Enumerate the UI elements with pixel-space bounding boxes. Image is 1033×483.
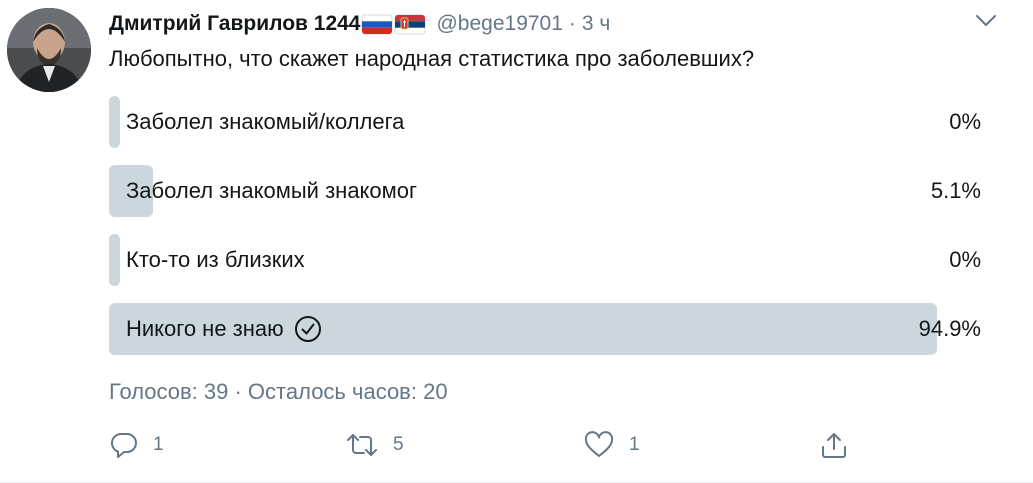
poll-option-text: Никого не знаю bbox=[126, 316, 284, 341]
share-button[interactable] bbox=[819, 425, 849, 465]
serbia-flag-icon bbox=[395, 14, 426, 34]
poll-option-label: Кто-то из близких bbox=[126, 234, 305, 286]
poll-option-label: Заболел знакомый/коллега bbox=[126, 96, 404, 148]
russia-flag-icon bbox=[362, 14, 393, 34]
heart-icon bbox=[584, 431, 614, 457]
tweet-timestamp[interactable]: 3 ч bbox=[582, 12, 610, 36]
poll-option-text: Заболел знакомый знакомог bbox=[126, 178, 418, 203]
poll-option-text: Заболел знакомый/коллега bbox=[126, 109, 405, 134]
retweet-icon bbox=[347, 434, 377, 456]
poll-bar bbox=[109, 234, 120, 286]
poll-option-percent: 0% bbox=[949, 109, 981, 134]
action-bar: 1 5 1 bbox=[109, 425, 869, 465]
poll-option-percent: 94.9% bbox=[918, 316, 981, 341]
poll-option-text: Кто-то из близких bbox=[126, 247, 305, 272]
poll-option-label: Заболел знакомый знакомог bbox=[126, 165, 417, 217]
share-icon bbox=[822, 433, 846, 458]
time-separator: · bbox=[568, 12, 576, 35]
like-button[interactable]: 1 bbox=[583, 425, 640, 465]
poll-bar bbox=[109, 96, 120, 148]
poll-option[interactable]: Заболел знакомый/коллега 0% bbox=[109, 96, 981, 148]
author-handle[interactable]: @bege19701 bbox=[436, 12, 562, 36]
reply-icon bbox=[110, 432, 137, 458]
poll-option[interactable]: Никого не знаю 94.9% bbox=[109, 303, 981, 355]
tweet[interactable]: Дмитрий Гаврилов 1244 @bege19701 · 3 ч Л… bbox=[0, 0, 1033, 483]
reply-button[interactable]: 1 bbox=[109, 425, 164, 465]
reply-count: 1 bbox=[153, 434, 164, 455]
check-circle-icon bbox=[294, 316, 321, 342]
retweet-count: 5 bbox=[393, 434, 404, 455]
chevron-down-icon[interactable] bbox=[972, 10, 1000, 32]
poll-option[interactable]: Заболел знакомый знакомог 5.1% bbox=[109, 165, 981, 217]
like-count: 1 bbox=[629, 434, 640, 455]
poll-option-label: Никого не знаю bbox=[126, 303, 322, 355]
poll: Заболел знакомый/коллега 0% Заболел знак… bbox=[109, 96, 981, 372]
poll-option-percent: 0% bbox=[949, 247, 981, 272]
tweet-header: Дмитрий Гаврилов 1244 @bege19701 · 3 ч bbox=[109, 8, 610, 40]
poll-option-percent: 5.1% bbox=[930, 178, 981, 203]
retweet-button[interactable]: 5 bbox=[345, 425, 404, 465]
poll-option[interactable]: Кто-то из близких 0% bbox=[109, 234, 981, 286]
display-name[interactable]: Дмитрий Гаврилов 1244 bbox=[109, 12, 360, 36]
poll-meta: Голосов: 39 · Осталось часов: 20 bbox=[109, 379, 448, 404]
avatar[interactable] bbox=[7, 8, 91, 92]
avatar-image bbox=[7, 8, 91, 92]
tweet-text: Любопытно, что скажет народная статистик… bbox=[109, 46, 755, 71]
